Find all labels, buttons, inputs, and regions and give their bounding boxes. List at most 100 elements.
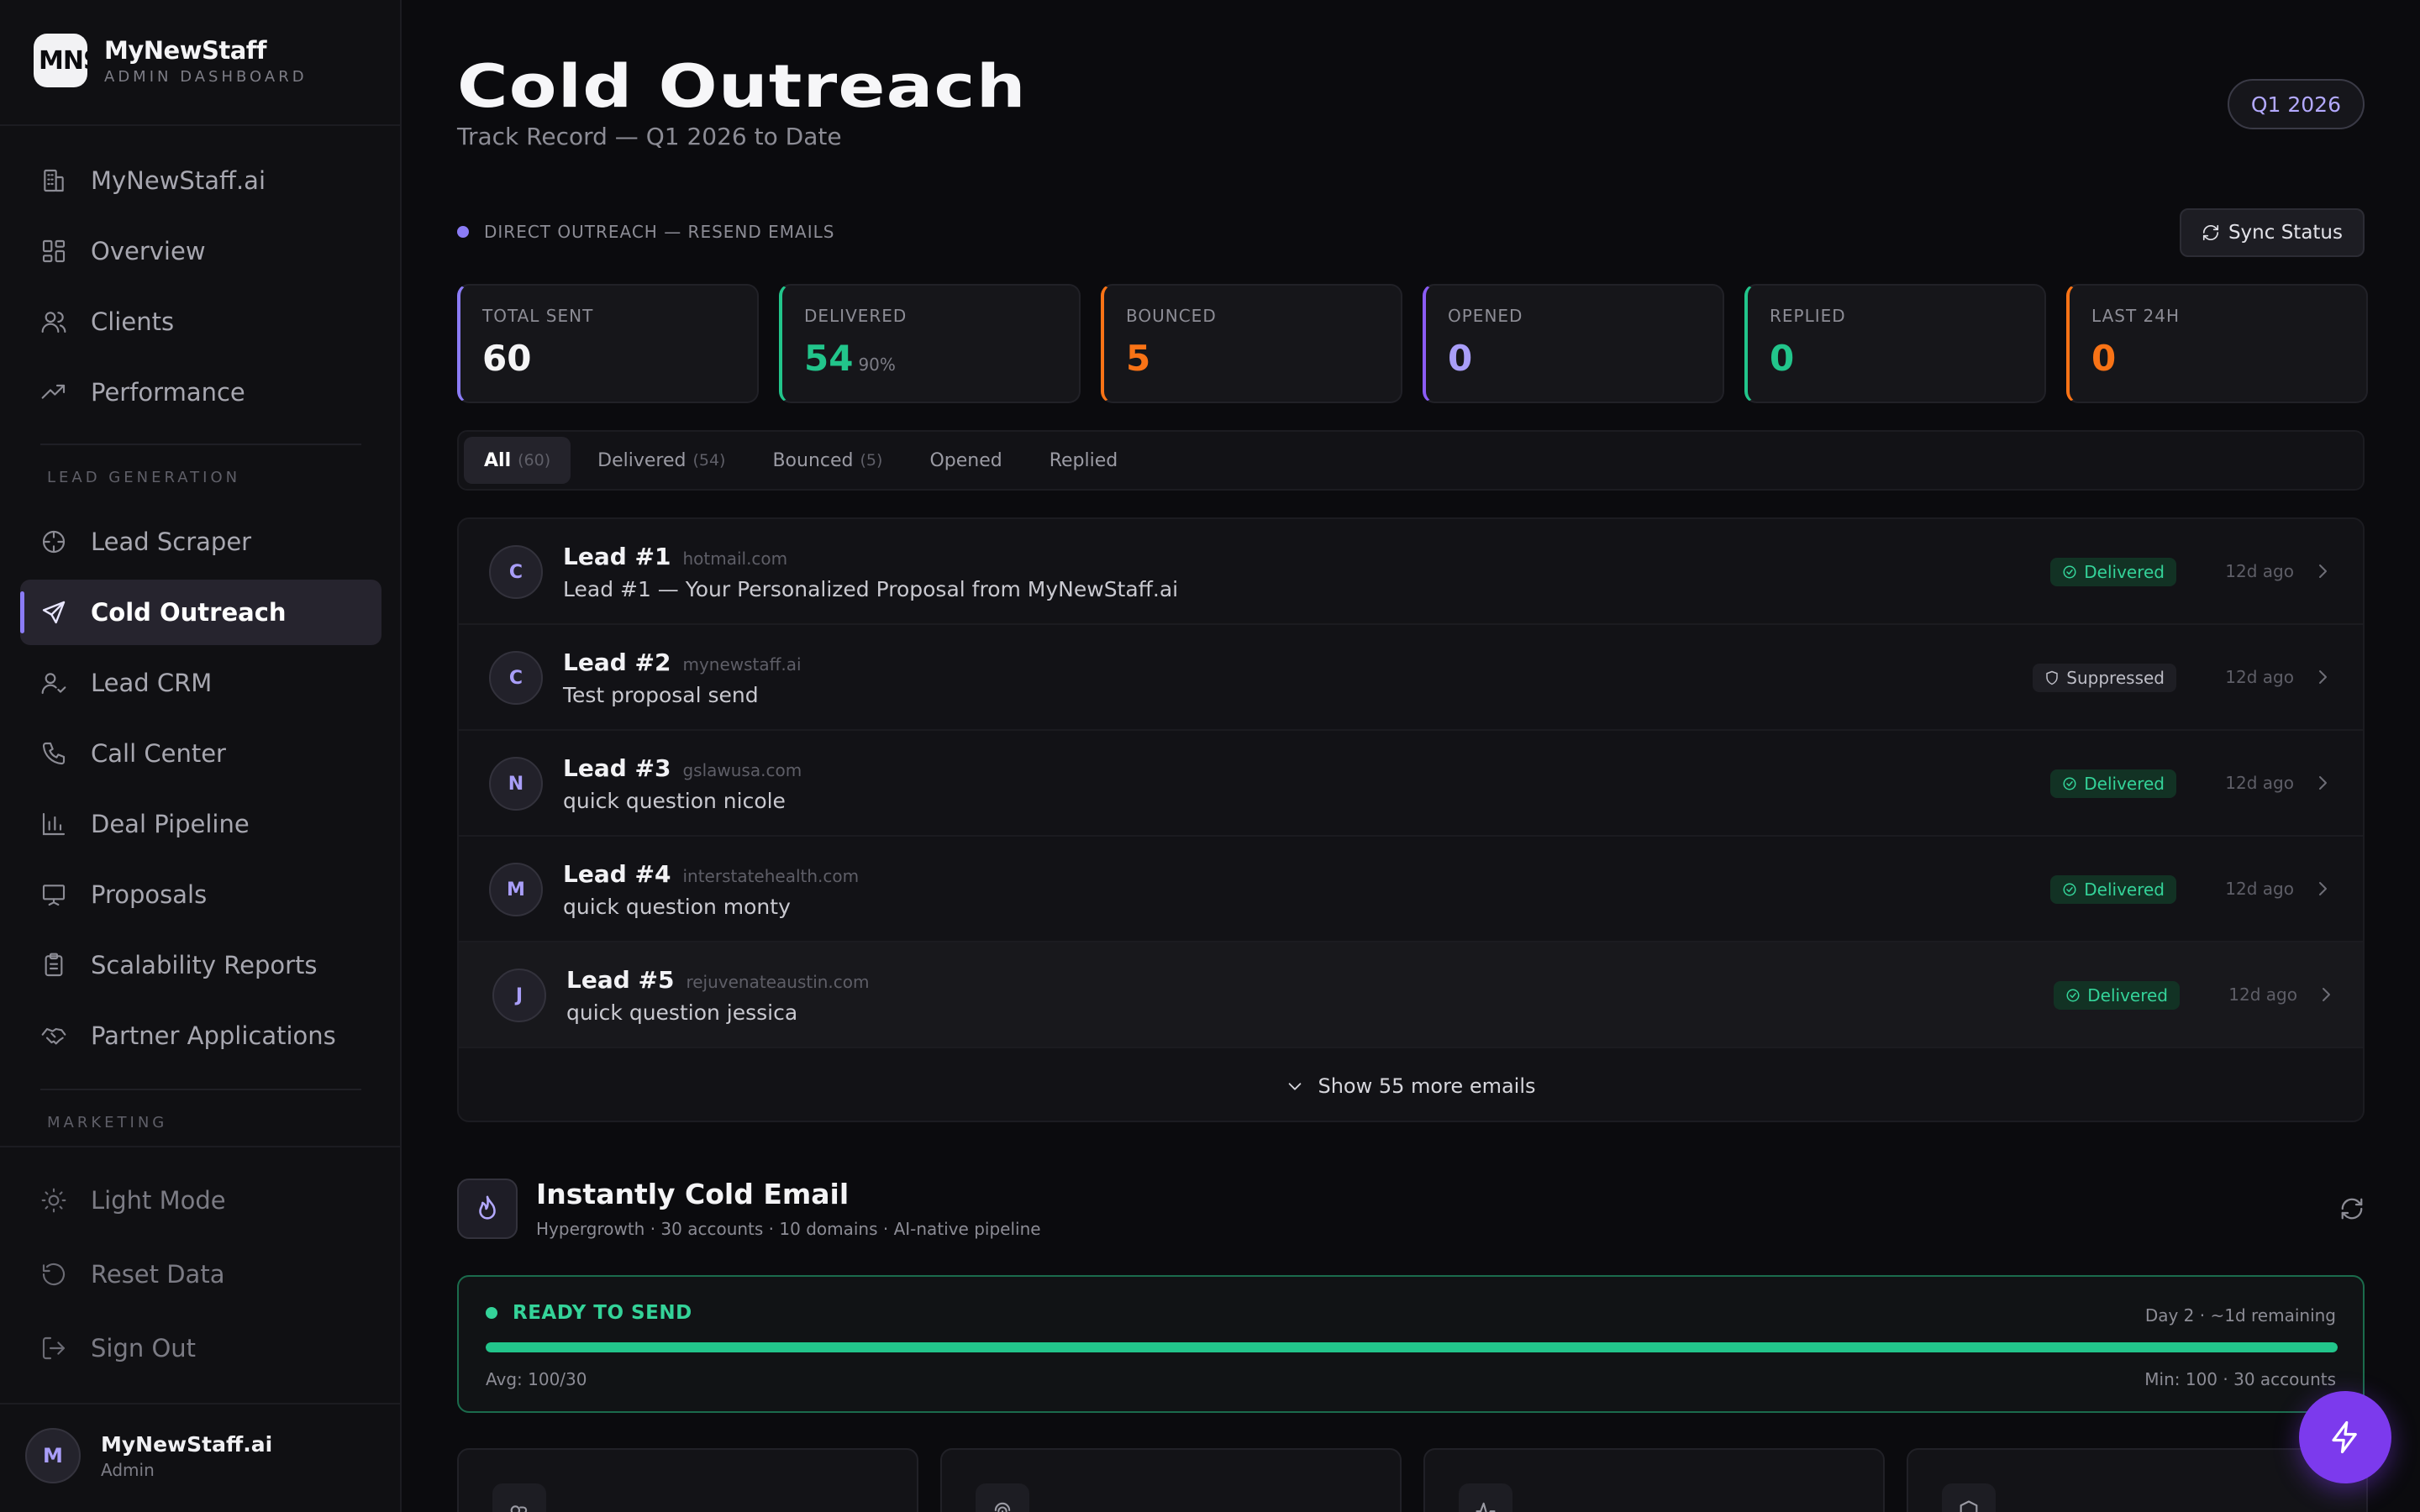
user-name: MyNewStaff.ai: [101, 1431, 273, 1457]
sidebar-item-label: Clients: [91, 307, 175, 336]
sidebar-item-light-mode[interactable]: Light Mode: [20, 1168, 381, 1233]
chevron-right-icon: [2316, 984, 2336, 1005]
brand-subtitle: ADMIN DASHBOARD: [104, 67, 308, 86]
avatar: M: [489, 863, 543, 916]
filter-tabs: All (60) Delivered (54) Bounced (5) Opened …: [457, 430, 2365, 491]
fingerprint-icon: [976, 1483, 1029, 1512]
handshake-icon: [40, 1022, 67, 1049]
sidebar-item-reset-data[interactable]: Reset Data: [20, 1242, 381, 1307]
sidebar-item-mynewstaff[interactable]: MyNewStaff.ai: [20, 148, 381, 213]
grid-icon: [40, 238, 67, 265]
table-row[interactable]: M Lead #4 interstatehealth.com quick ques…: [459, 837, 2363, 942]
status-dot: [457, 226, 469, 238]
sidebar-item-label: Partner Applications: [91, 1021, 336, 1050]
instantly-header: Instantly Cold Email Hypergrowth · 30 ac…: [457, 1178, 1041, 1239]
progress-bar: [486, 1342, 2338, 1352]
metric-card[interactable]: [1907, 1448, 2368, 1512]
day-info: Day 2 · ~1d remaining: [2144, 1305, 2336, 1326]
metric-card[interactable]: [457, 1448, 918, 1512]
stat-label: TOTAL SENT: [482, 306, 594, 326]
brand[interactable]: MNS MyNewStaff ADMIN DASHBOARD: [34, 34, 308, 87]
user-role: Admin: [101, 1459, 155, 1480]
tab-opened[interactable]: Opened: [909, 437, 1022, 484]
sidebar-item-label: Reset Data: [91, 1260, 225, 1289]
stat-card-last-24h: LAST 24H 0: [2066, 284, 2368, 403]
lead-name: Lead #1: [563, 543, 671, 570]
lead-domain: mynewstaff.ai: [682, 654, 802, 675]
sidebar-item-call-center[interactable]: Call Center: [20, 721, 381, 786]
sidebar-item-lead-crm[interactable]: Lead CRM: [20, 650, 381, 716]
timestamp: 12d ago: [2225, 561, 2294, 581]
sidebar-item-scalability-reports[interactable]: Scalability Reports: [20, 932, 381, 998]
stat-label: OPENED: [1448, 306, 1523, 326]
avatar: C: [489, 651, 543, 705]
tab-replied[interactable]: Replied: [1029, 437, 1139, 484]
stat-card-delivered: DELIVERED 54 90%: [779, 284, 1081, 403]
lead-domain: rejuvenateaustin.com: [686, 972, 870, 992]
phone-icon: [40, 740, 67, 767]
check-circle-icon: [2062, 564, 2077, 580]
sidebar-item-overview[interactable]: Overview: [20, 218, 381, 284]
table-row[interactable]: J Lead #5 rejuvenateaustin.com quick ques…: [459, 942, 2363, 1048]
email-subject: quick question jessica: [566, 1000, 798, 1025]
send-readiness-card: READY TO SEND Day 2 · ~1d remaining Avg:…: [457, 1275, 2365, 1413]
section-label-marketing: MARKETING: [47, 1114, 168, 1131]
sync-status-button[interactable]: Sync Status: [2179, 208, 2365, 257]
metric-card[interactable]: [1423, 1448, 1885, 1512]
table-row[interactable]: C Lead #1 hotmail.com Lead #1 — Your Pers…: [459, 519, 2363, 625]
sidebar-item-deal-pipeline[interactable]: Deal Pipeline: [20, 791, 381, 857]
sidebar-item-cold-outreach[interactable]: Cold Outreach: [20, 580, 381, 645]
user-card[interactable]: M MyNewStaff.ai Admin: [25, 1428, 272, 1483]
lead-name: Lead #2: [563, 648, 671, 676]
quick-action-button[interactable]: [2299, 1391, 2391, 1483]
send-icon: [40, 599, 67, 626]
tab-bounced[interactable]: Bounced (5): [752, 437, 902, 484]
average-label: Avg: 100/30: [486, 1369, 587, 1389]
refresh-icon: [2202, 223, 2220, 242]
chevron-right-icon: [2312, 773, 2333, 793]
email-subject: quick question monty: [563, 895, 791, 919]
section-title: Instantly Cold Email: [536, 1178, 850, 1210]
sidebar-item-partner-applications[interactable]: Partner Applications: [20, 1003, 381, 1068]
metric-card[interactable]: [940, 1448, 1402, 1512]
main-content: Cold Outreach Track Record — Q1 2026 to …: [402, 0, 2420, 1512]
sidebar-item-proposals[interactable]: Proposals: [20, 862, 381, 927]
table-row[interactable]: C Lead #2 mynewstaff.ai Test proposal sen…: [459, 625, 2363, 731]
lead-name: Lead #5: [566, 966, 675, 994]
sidebar-item-clients[interactable]: Clients: [20, 289, 381, 354]
status-badge: Delivered: [2050, 769, 2176, 798]
stat-card-bounced: BOUNCED 5: [1101, 284, 1402, 403]
sidebar-item-label: Lead CRM: [91, 669, 213, 697]
building-icon: [40, 167, 67, 194]
tab-all[interactable]: All (60): [464, 437, 571, 484]
stat-card-total-sent: TOTAL SENT 60: [457, 284, 759, 403]
table-row[interactable]: N Lead #3 gslawusa.com quick question nic…: [459, 731, 2363, 837]
stat-value: 54 90%: [804, 338, 896, 379]
sidebar-item-lead-scraper[interactable]: Lead Scraper: [20, 509, 381, 575]
quarter-badge[interactable]: Q1 2026: [2227, 79, 2365, 129]
status-dot: [486, 1307, 497, 1319]
refresh-icon[interactable]: [2339, 1196, 2365, 1221]
flame-icon: [457, 1178, 518, 1239]
progress-fill: [486, 1342, 2338, 1352]
sidebar-item-performance[interactable]: Performance: [20, 360, 381, 425]
sidebar-item-label: Cold Outreach: [91, 598, 287, 627]
chevron-down-icon: [1286, 1077, 1304, 1095]
trending-up-icon: [40, 379, 67, 406]
sidebar-item-label: Proposals: [91, 880, 208, 909]
lead-name: Lead #4: [563, 860, 671, 888]
box-icon: [1942, 1483, 1996, 1512]
sidebar-item-label: Deal Pipeline: [91, 810, 250, 838]
minimum-label: Min: 100 · 30 accounts: [2144, 1369, 2336, 1389]
shield-icon: [2044, 670, 2060, 685]
link-icon: [492, 1483, 546, 1512]
check-circle-icon: [2062, 882, 2077, 897]
sidebar-item-sign-out[interactable]: Sign Out: [20, 1315, 381, 1381]
reset-icon: [40, 1261, 67, 1288]
sidebar-divider: [0, 124, 402, 126]
tab-delivered[interactable]: Delivered (54): [577, 437, 745, 484]
show-more-button[interactable]: Show 55 more emails: [459, 1048, 2363, 1121]
section-label-lead-generation: LEAD GENERATION: [47, 469, 241, 486]
check-circle-icon: [2065, 988, 2081, 1003]
timestamp: 12d ago: [2225, 773, 2294, 793]
